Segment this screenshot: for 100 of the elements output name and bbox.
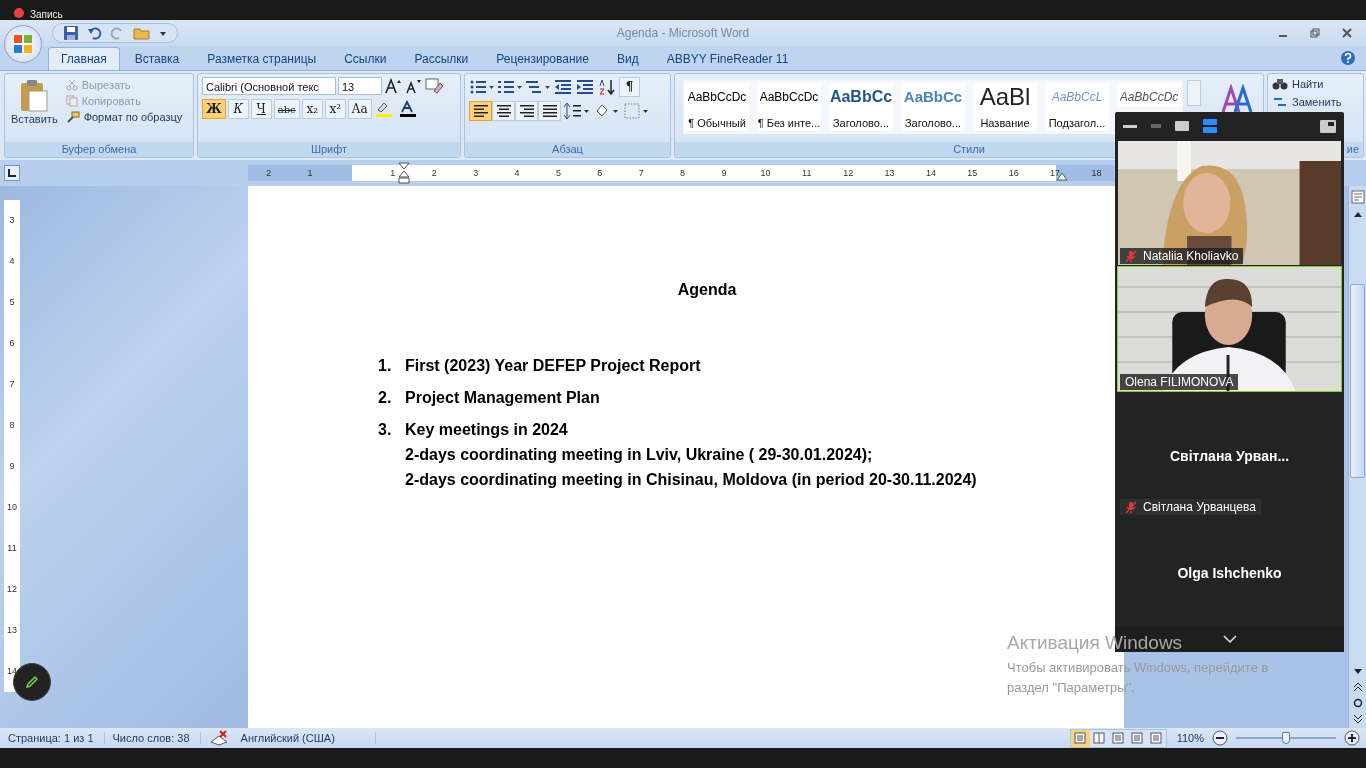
- font-name-field[interactable]: Calibri (Основной текс: [202, 77, 336, 95]
- scroll-down-icon[interactable]: [1352, 668, 1363, 676]
- participant-label: Світлана Урванцева: [1143, 500, 1256, 514]
- scroll-thumb[interactable]: [1350, 284, 1365, 478]
- style-tile[interactable]: AaBbCc Заголово...: [901, 83, 965, 131]
- recording-label: Запись: [30, 9, 63, 20]
- window-title: Agenda - Microsoft Word: [616, 26, 750, 40]
- style-tile[interactable]: AaBl Название: [973, 83, 1037, 131]
- grow-font-icon[interactable]: [384, 77, 402, 95]
- numbered-list-icon[interactable]: [497, 78, 523, 96]
- previous-page-icon[interactable]: [1352, 682, 1363, 692]
- page-count[interactable]: Страница: 1 из 1: [8, 732, 105, 744]
- participant-label: Nataliia Kholiavko: [1143, 249, 1239, 263]
- browse-object-icon[interactable]: [1352, 698, 1363, 708]
- find-button[interactable]: Найти: [1272, 77, 1359, 91]
- pencil-icon[interactable]: [24, 674, 40, 690]
- style-tile[interactable]: AaBbCcDc: [1117, 83, 1181, 107]
- ribbon-tab[interactable]: Рецензирование: [483, 47, 602, 70]
- align-button[interactable]: [538, 101, 561, 121]
- speaker-view-icon[interactable]: [1203, 119, 1217, 133]
- align-button[interactable]: [492, 101, 515, 121]
- participant-name: Olga Ishchenko: [1177, 565, 1282, 581]
- horizontal-ruler: 2 1 1 2 3 4 5 6 7 8 9 10 11 12 13 14 15 16 17 18: [248, 165, 1114, 181]
- shading-icon[interactable]: [593, 102, 621, 120]
- format-button[interactable]: abc: [273, 99, 300, 119]
- ribbon-tab[interactable]: Ссылки: [331, 47, 400, 70]
- close-icon[interactable]: [1342, 28, 1352, 38]
- change-styles-icon[interactable]: [1221, 84, 1255, 114]
- video-tile[interactable]: Olena FILIMONOVA: [1117, 266, 1342, 392]
- ribbon-tab[interactable]: Разметка страницы: [194, 47, 330, 70]
- spelling-error-icon[interactable]: [208, 730, 229, 746]
- language-indicator[interactable]: Английский (США): [240, 732, 376, 744]
- participant-name: Світлана Урван...: [1169, 448, 1290, 464]
- clear-format-icon[interactable]: [424, 77, 444, 95]
- style-tile[interactable]: AaBbCcDc ¶ Без инте...: [757, 83, 821, 131]
- format-button[interactable]: Aa: [347, 99, 372, 119]
- sort-icon[interactable]: [597, 78, 617, 96]
- format-painter-button[interactable]: Формат по образцу: [65, 111, 183, 123]
- style-tile[interactable]: AaBbCcL Подзагол...: [1045, 83, 1109, 131]
- zoom-out-icon[interactable]: [1212, 730, 1228, 746]
- undo-icon[interactable]: [87, 25, 103, 41]
- ribbon-tab[interactable]: Главная: [48, 47, 120, 70]
- format-button[interactable]: x²: [324, 99, 346, 119]
- restore-icon[interactable]: [1310, 28, 1320, 38]
- format-button[interactable]: x₂: [301, 99, 323, 119]
- agenda-item: Key meetings in 2024: [405, 421, 568, 439]
- scroll-up-icon[interactable]: [1352, 210, 1363, 218]
- gallery-scrollbar[interactable]: [1187, 80, 1201, 106]
- font-size-field[interactable]: 13: [338, 77, 382, 95]
- chevron-down-icon[interactable]: [1222, 635, 1237, 643]
- format-button[interactable]: Ч: [250, 99, 272, 119]
- format-button[interactable]: Ж: [202, 99, 226, 119]
- zoom-thumb[interactable]: [1282, 732, 1290, 744]
- office-button[interactable]: [4, 25, 42, 63]
- align-button[interactable]: [469, 101, 492, 121]
- next-page-icon[interactable]: [1352, 714, 1363, 724]
- list-number: 1.: [378, 357, 393, 375]
- expand-icon[interactable]: [1320, 119, 1336, 133]
- format-button[interactable]: К: [227, 99, 249, 119]
- customize-caret-icon[interactable]: [159, 29, 167, 37]
- zoom-in-icon[interactable]: [1344, 730, 1360, 746]
- style-tile[interactable]: AaBbCcDc ¶ Обычный: [685, 83, 749, 131]
- video-tile[interactable]: Nataliia Kholiavko: [1117, 140, 1342, 266]
- brush-icon[interactable]: [65, 111, 80, 123]
- group-label: Абзац: [465, 142, 670, 157]
- ribbon-tab[interactable]: Рассылки: [401, 47, 482, 70]
- minimize-icon[interactable]: [1123, 123, 1137, 129]
- agenda-item: Project Management Plan: [405, 389, 600, 407]
- increase-indent-icon[interactable]: [575, 78, 595, 96]
- align-button[interactable]: [515, 101, 538, 121]
- recording-dot: [14, 8, 24, 18]
- vertical-scrollbar[interactable]: [1348, 186, 1366, 728]
- decrease-indent-icon[interactable]: [553, 78, 573, 96]
- save-icon[interactable]: [63, 25, 79, 41]
- replace-icon[interactable]: [1272, 95, 1288, 109]
- agenda-item: First (2023) Year DEFEP Project Report: [405, 357, 701, 375]
- view-button[interactable]: [1070, 729, 1090, 747]
- agenda-detail: 2-days coordinating meeting in Lviv, Ukraine ( 29-30.01.2024);: [405, 446, 874, 464]
- bullet-list-icon[interactable]: [469, 78, 495, 96]
- replace-button[interactable]: Заменить: [1272, 95, 1359, 109]
- style-tile[interactable]: AaBbCc Заголово...: [829, 83, 893, 131]
- agenda-detail: 2-days coordinating meeting in Chisinau, Moldova (in period 20-30.11.2024): [405, 471, 978, 489]
- ribbon-tab[interactable]: ABBYY FineReader 11: [653, 47, 802, 70]
- multilevel-list-icon[interactable]: [525, 78, 551, 96]
- ribbon-tab[interactable]: Вставка: [121, 47, 193, 70]
- binoculars-icon[interactable]: [1272, 77, 1288, 91]
- show-marks-button[interactable]: ¶: [619, 77, 640, 97]
- list-number: 2.: [378, 389, 393, 407]
- view-ruler-icon[interactable]: [1350, 190, 1365, 204]
- word-count[interactable]: Число слов: 38: [112, 732, 201, 744]
- clipboard-icon[interactable]: [19, 79, 50, 113]
- line-spacing-icon[interactable]: [563, 102, 591, 120]
- paste-button[interactable]: Вставить: [9, 77, 60, 139]
- indent-marker-icon[interactable]: [398, 162, 410, 184]
- participant-tile[interactable]: Olga Ishchenko: [1117, 520, 1342, 626]
- ribbon-tab[interactable]: Вид: [603, 47, 652, 70]
- help-icon[interactable]: [1340, 50, 1356, 66]
- zoom-level[interactable]: 110%: [1176, 732, 1204, 744]
- participant-tile[interactable]: Світлана Урван... Світлана Урванцева: [1117, 392, 1342, 520]
- shrink-font-icon[interactable]: [404, 77, 422, 95]
